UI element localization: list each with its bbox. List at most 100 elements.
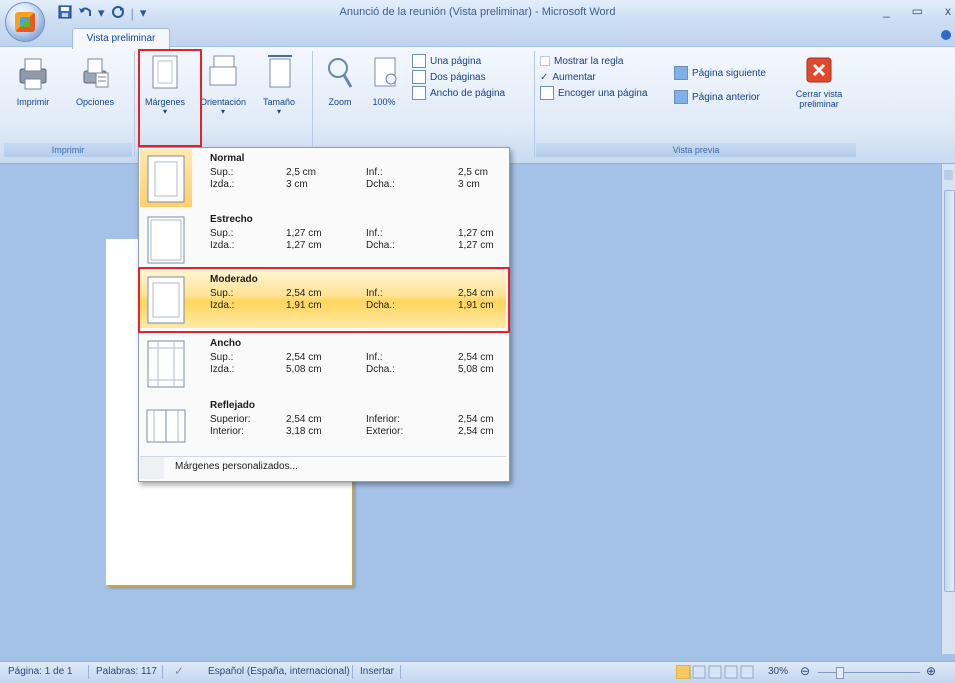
options-button[interactable]: Opciones: [64, 55, 126, 107]
next-page-icon: [674, 66, 688, 80]
margin-option-normal[interactable]: Normal Sup.: 2,5 cm Izda.: 3 cm Inf.: 2,…: [140, 149, 506, 207]
option-top-value: 2,54 cm: [286, 352, 322, 363]
insert-mode-indicator[interactable]: Insertar: [360, 666, 394, 677]
option-right-value: 3 cm: [458, 179, 480, 190]
shrink-one-page-label: Encoger una página: [558, 87, 648, 99]
language-indicator[interactable]: Español (España, internacional): [208, 666, 350, 677]
redo-icon[interactable]: [111, 5, 125, 22]
option-top-value: 2,5 cm: [286, 167, 317, 178]
page-width-button[interactable]: Ancho de página: [412, 85, 532, 101]
office-button[interactable]: [6, 3, 44, 41]
zoom-out-button[interactable]: ⊖: [800, 664, 810, 678]
menu-divider: [140, 456, 506, 457]
print-label: Imprimir: [16, 97, 50, 107]
menu-icon-gutter: [140, 457, 164, 479]
option-bottom-label: Inf.:: [366, 167, 383, 178]
show-ruler-checkbox[interactable]: Mostrar la regla: [540, 53, 670, 69]
margin-option-estrecho[interactable]: Estrecho Sup.: 1,27 cm Izda.: 1,27 cm In…: [140, 210, 506, 268]
group-separator: [534, 51, 535, 157]
option-left-label: Izda.:: [210, 179, 235, 190]
group-separator: [134, 51, 135, 157]
page-count[interactable]: Página: 1 de 1: [8, 666, 73, 677]
window-controls: _ ▭ x: [883, 4, 951, 18]
previous-page-label: Página anterior: [692, 91, 760, 103]
custom-margins-item[interactable]: Márgenes personalizados...: [175, 461, 298, 472]
checkmark-icon: ✓: [540, 71, 549, 83]
page-width-icon: [412, 86, 426, 100]
proofing-icon[interactable]: ✓: [174, 664, 184, 678]
one-page-icon: [412, 54, 426, 68]
maximize-button[interactable]: ▭: [912, 4, 923, 18]
option-right-label: Dcha.:: [366, 240, 395, 251]
word-count[interactable]: Palabras: 117: [96, 666, 157, 677]
previous-page-icon: [674, 90, 688, 104]
quick-access-toolbar: ▾ | ▾: [58, 4, 146, 22]
option-bottom-value: 2,5 cm: [458, 167, 489, 178]
close-preview-button[interactable]: Cerrar vista preliminar: [788, 57, 850, 109]
orientation-icon: [209, 55, 237, 86]
option-bottom-value: 2,54 cm: [458, 414, 494, 425]
zoom-group: Zoom 100% Una página Dos páginas Ancho d…: [316, 51, 532, 141]
office-logo-icon: [15, 12, 35, 32]
one-page-button[interactable]: Una página: [412, 53, 532, 69]
preview-options: Mostrar la regla ✓ Aumentar Encoger una p…: [540, 53, 670, 101]
zoom-button[interactable]: Zoom: [320, 55, 360, 107]
zoom-slider[interactable]: [818, 672, 920, 673]
minimize-button[interactable]: _: [883, 4, 890, 18]
margins-normal-icon: [147, 155, 185, 203]
zoom-in-button[interactable]: ⊕: [926, 664, 936, 678]
page-nav-buttons: Página siguiente Página anterior: [674, 61, 786, 109]
view-buttons[interactable]: [675, 664, 756, 680]
zoom-slider-thumb[interactable]: [836, 667, 844, 679]
option-top-label: Sup.:: [210, 352, 234, 363]
option-name: Reflejado: [210, 400, 256, 411]
zoom-level[interactable]: 30%: [768, 666, 788, 677]
undo-icon[interactable]: [78, 5, 92, 22]
option-outside-label: Exterior:: [366, 426, 404, 437]
close-preview-icon: [806, 57, 832, 83]
tab-vista-preliminar[interactable]: Vista preliminar: [72, 28, 170, 49]
option-right-value: 5,08 cm: [458, 364, 494, 375]
size-label: Tamaño: [262, 97, 296, 107]
previous-page-button[interactable]: Página anterior: [674, 85, 786, 109]
status-separator: [352, 665, 353, 679]
next-page-label: Página siguiente: [692, 67, 766, 79]
zoom-100-button[interactable]: 100%: [364, 55, 404, 107]
save-icon[interactable]: [58, 5, 72, 22]
option-name: Ancho: [210, 338, 242, 349]
status-separator: [162, 665, 163, 679]
magnifier-icon: [328, 58, 353, 88]
show-ruler-label: Mostrar la regla: [554, 55, 624, 67]
help-icon[interactable]: [941, 30, 951, 40]
status-bar: Página: 1 de 1 Palabras: 117 ✓ Español (…: [0, 661, 955, 683]
margin-option-ancho[interactable]: Ancho Sup.: 2,54 cm Izda.: 5,08 cm Inf.:…: [140, 334, 506, 392]
scroll-thumb[interactable]: [944, 190, 955, 592]
vertical-scrollbar[interactable]: [941, 164, 955, 654]
two-pages-button[interactable]: Dos páginas: [412, 69, 532, 85]
margin-option-reflejado[interactable]: Reflejado Superior: 2,54 cm Interior: 3,…: [140, 396, 506, 454]
option-inside-label: Interior:: [210, 426, 244, 437]
shrink-page-icon: [540, 86, 554, 100]
margins-highlight-frame: [138, 49, 202, 147]
option-top-value: 1,27 cm: [286, 228, 322, 239]
shrink-one-page-button[interactable]: Encoger una página: [540, 85, 670, 101]
size-button[interactable]: Tamaño ▾: [254, 53, 304, 116]
option-bottom-label: Inferior:: [366, 414, 400, 425]
status-separator: [88, 665, 89, 679]
option-left-label: Izda.:: [210, 364, 235, 375]
preview-group-label: Vista previa: [536, 143, 856, 157]
print-button[interactable]: Imprimir: [4, 55, 62, 107]
scroll-up-arrow[interactable]: [944, 170, 953, 180]
option-left-value: 1,27 cm: [286, 240, 322, 251]
option-top-label: Sup.:: [210, 167, 234, 178]
option-right-label: Dcha.:: [366, 179, 395, 190]
customize-qat-arrow[interactable]: ▾: [140, 5, 147, 21]
quick-access-dropdown[interactable]: ▾: [98, 5, 105, 21]
magnify-label: Aumentar: [552, 71, 596, 83]
preview-group: Mostrar la regla ✓ Aumentar Encoger una p…: [536, 51, 866, 157]
option-name: Normal: [210, 153, 245, 164]
close-button[interactable]: x: [945, 4, 951, 18]
magnify-checkbox[interactable]: ✓ Aumentar: [540, 69, 670, 85]
zoom-100-label: 100%: [372, 97, 396, 107]
next-page-button[interactable]: Página siguiente: [674, 61, 786, 85]
